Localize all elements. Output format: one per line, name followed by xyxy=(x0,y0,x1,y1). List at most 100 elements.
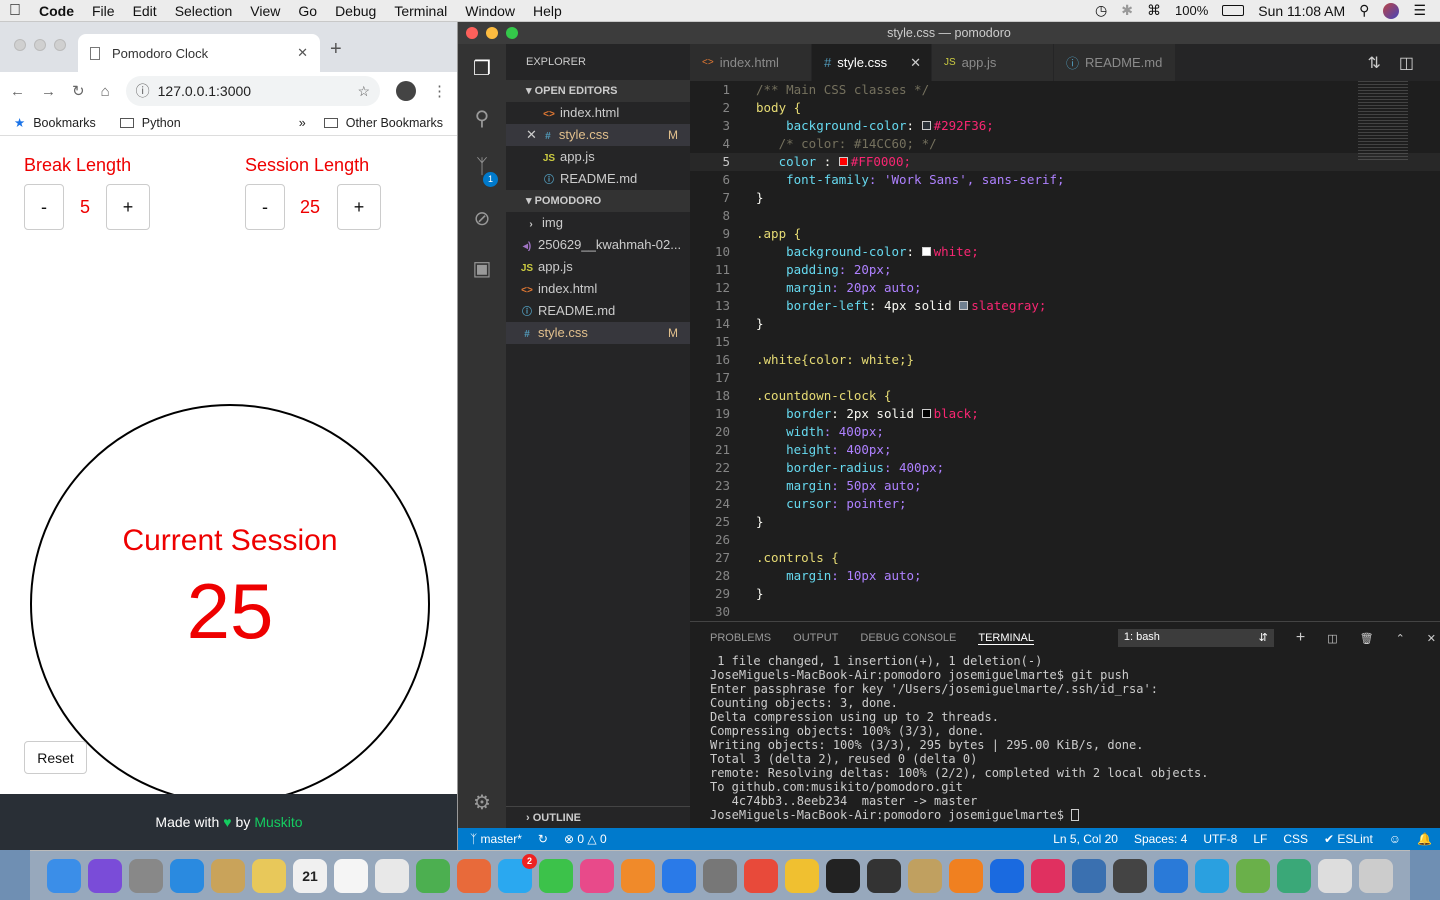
code-line[interactable]: 8 xyxy=(690,207,1440,225)
new-tab-button[interactable]: + xyxy=(330,38,342,61)
browser-tab[interactable]: Pomodoro Clock ✕ xyxy=(78,34,320,72)
code-line[interactable]: 29} xyxy=(690,585,1440,603)
bookmark-bookmarks[interactable]: Bookmarks xyxy=(33,116,96,130)
color-swatch-icon[interactable] xyxy=(921,247,931,256)
new-terminal-icon[interactable]: + xyxy=(1296,629,1305,647)
minimize-window-button[interactable] xyxy=(34,39,46,51)
launchpad-icon[interactable] xyxy=(129,858,163,893)
code-line[interactable]: 25} xyxy=(690,513,1440,531)
session-increment-button[interactable]: + xyxy=(337,184,381,230)
branch-status[interactable]: ᛉ master* xyxy=(470,832,522,846)
home-icon[interactable]: ⌂ xyxy=(101,83,110,100)
xcode-icon[interactable] xyxy=(1195,858,1229,893)
time-machine-icon[interactable]: ◷ xyxy=(1095,2,1107,19)
maps-icon[interactable] xyxy=(416,858,450,893)
tab-app-js[interactable]: JS app.js xyxy=(932,44,1054,81)
vpn-icon[interactable] xyxy=(908,858,942,893)
color-swatch-icon[interactable] xyxy=(921,409,931,418)
facetime-icon[interactable] xyxy=(539,858,573,893)
terminal-select[interactable]: 1: bash ⇵ xyxy=(1117,629,1274,647)
eol-status[interactable]: LF xyxy=(1253,832,1267,846)
code-line[interactable]: 28 margin: 10px auto; xyxy=(690,567,1440,585)
bookmark-star-icon[interactable]: ☆ xyxy=(357,83,370,100)
mail-icon[interactable] xyxy=(211,858,245,893)
books-icon[interactable] xyxy=(621,858,655,893)
close-panel-icon[interactable]: ✕ xyxy=(1427,632,1436,645)
code-line[interactable]: 9 .app { xyxy=(690,225,1440,243)
code-line[interactable]: 4 /* color: #14CC60; */ xyxy=(690,135,1440,153)
code-line[interactable]: 2 body { xyxy=(690,99,1440,117)
menu-view[interactable]: View xyxy=(241,3,289,19)
notifications-bell-icon[interactable]: 🔔 xyxy=(1417,832,1440,846)
tree-file[interactable]: JS app.js xyxy=(506,256,690,278)
siri-menu-icon[interactable] xyxy=(1383,2,1400,19)
tab-problems[interactable]: PROBLEMS xyxy=(710,632,771,644)
debug-icon[interactable]: ⊘ xyxy=(470,206,494,230)
stickies-icon[interactable] xyxy=(334,858,368,893)
messages-icon[interactable]: 2 xyxy=(498,853,537,893)
preferences-icon[interactable] xyxy=(703,858,737,893)
code-line[interactable]: 18 .countdown-clock { xyxy=(690,387,1440,405)
android-icon[interactable] xyxy=(1236,858,1270,893)
open-editor-item-active[interactable]: ✕ # style.css M xyxy=(506,124,690,146)
code-line[interactable]: 11 padding: 20px; xyxy=(690,261,1440,279)
battery-icon[interactable] xyxy=(1222,5,1245,16)
countdown-clock[interactable]: Current Session 25 xyxy=(30,404,430,804)
code-line[interactable]: 5 color : #FF0000; xyxy=(690,153,1440,171)
terminal-icon[interactable] xyxy=(826,858,860,893)
footer-author-link[interactable]: Muskito xyxy=(254,814,302,830)
code-line[interactable]: 19 border: 2px solid black; xyxy=(690,405,1440,423)
maps2-icon[interactable] xyxy=(990,858,1024,893)
itunes-icon[interactable] xyxy=(580,858,614,893)
project-section[interactable]: ▾ POMODORO xyxy=(506,190,690,212)
menu-help[interactable]: Help xyxy=(524,3,571,19)
flickr-icon[interactable] xyxy=(1031,858,1065,893)
code-line[interactable]: 21 height: 400px; xyxy=(690,441,1440,459)
open-editor-item[interactable]: ⓘ README.md xyxy=(506,168,690,190)
code-line[interactable]: 24 cursor: pointer; xyxy=(690,495,1440,513)
open-editor-item[interactable]: JS app.js xyxy=(506,146,690,168)
menu-window[interactable]: Window xyxy=(456,3,524,19)
code-line[interactable]: 23 margin: 50px auto; xyxy=(690,477,1440,495)
sublime-icon[interactable] xyxy=(949,858,983,893)
tree-file-active[interactable]: # style.css M xyxy=(506,322,690,344)
reset-button[interactable]: Reset xyxy=(24,741,87,774)
reminders-icon[interactable] xyxy=(375,858,409,893)
address-bar[interactable]: ⓘ 127.0.0.1:3000 ☆ xyxy=(125,76,380,106)
code-line[interactable]: 26 xyxy=(690,531,1440,549)
menubar-clock[interactable]: Sun 11:08 AM xyxy=(1258,3,1345,19)
code-line[interactable]: 16 .white{color: white;} xyxy=(690,351,1440,369)
code-line[interactable]: 14} xyxy=(690,315,1440,333)
bookmarks-overflow[interactable]: » xyxy=(299,116,306,130)
code-line[interactable]: 1 /** Main CSS classes */ xyxy=(690,81,1440,99)
open-changes-icon[interactable]: ⇅ xyxy=(1367,53,1380,73)
menu-selection[interactable]: Selection xyxy=(166,3,242,19)
photos-icon[interactable] xyxy=(457,858,491,893)
calendar-icon[interactable]: 21 xyxy=(293,858,327,893)
tree-file[interactable]: ◂) 250629__kwahmah-02... xyxy=(506,234,690,256)
reload-icon[interactable]: ↻ xyxy=(72,82,85,100)
menu-debug[interactable]: Debug xyxy=(326,3,385,19)
menu-go[interactable]: Go xyxy=(289,3,326,19)
code-line[interactable]: 7} xyxy=(690,189,1440,207)
menu-edit[interactable]: Edit xyxy=(124,3,166,19)
tree-folder[interactable]: › img xyxy=(506,212,690,234)
encoding-status[interactable]: UTF-8 xyxy=(1203,832,1237,846)
extensions-icon[interactable]: ▣ xyxy=(470,256,494,280)
code-line[interactable]: 17 xyxy=(690,369,1440,387)
appstore-icon[interactable] xyxy=(662,858,696,893)
close-window-button[interactable] xyxy=(466,27,478,39)
code-line[interactable]: 6 font-family: 'Work Sans', sans-serif; xyxy=(690,171,1440,189)
session-decrement-button[interactable]: - xyxy=(245,184,285,230)
tree-file[interactable]: <> index.html xyxy=(506,278,690,300)
menu-file[interactable]: File xyxy=(83,3,124,19)
trash-icon[interactable] xyxy=(1359,858,1393,893)
tab-terminal[interactable]: TERMINAL xyxy=(978,632,1034,645)
trash-icon[interactable]: 🗑 xyxy=(1360,632,1374,645)
code-line[interactable]: 20 width: 400px; xyxy=(690,423,1440,441)
app-menu[interactable]: Code xyxy=(30,3,83,19)
siri-icon[interactable] xyxy=(88,858,122,893)
wifi-icon[interactable]: ⌘ xyxy=(1147,2,1161,19)
tab-style-css[interactable]: # style.css ✕ xyxy=(812,44,932,81)
cyberduck-icon[interactable] xyxy=(785,858,819,893)
